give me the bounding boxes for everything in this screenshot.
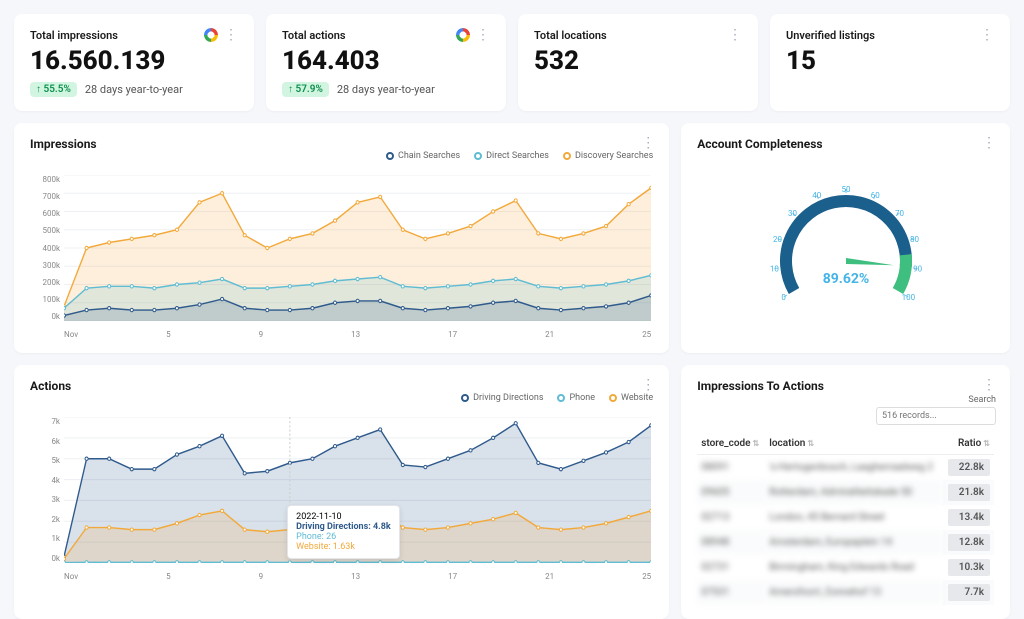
cell-store-code: 08948 xyxy=(697,530,765,555)
table-row[interactable]: 09605 Rotterdam, Admiraliteitskade 50 21… xyxy=(697,480,994,505)
table-row[interactable]: 08091 's-Hertogenbosch, Laaghemaalweg 2 … xyxy=(697,455,994,481)
google-icon xyxy=(204,28,218,42)
cell-location: Amsterdam, Europaplein 14 xyxy=(765,530,942,555)
search-label: Search xyxy=(968,395,996,405)
chart-legend: Driving DirectionsPhoneWebsite xyxy=(30,393,653,403)
x-axis: Nov5913172125 xyxy=(64,572,651,581)
panel-title: Account Completeness xyxy=(697,137,994,151)
svg-text:10: 10 xyxy=(770,265,779,274)
tooltip-date: 2022-11-10 xyxy=(296,512,391,522)
kpi-value: 16.560.139 xyxy=(30,46,238,76)
panel-title: Impressions xyxy=(30,137,653,151)
cell-store-code: 02713 xyxy=(697,505,765,530)
chart-legend: Chain SearchesDirect SearchesDiscovery S… xyxy=(30,151,653,161)
kpi-value: 532 xyxy=(534,46,742,76)
cell-location: 's-Hertogenbosch, Laaghemaalweg 2 xyxy=(765,455,942,481)
tooltip-line: Website: 1.63k xyxy=(296,542,391,552)
kpi-period: 28 days year-to-year xyxy=(85,83,183,96)
col-store-code[interactable]: store_code⇅ xyxy=(697,433,765,455)
tooltip-line: Driving Directions: 4.8k xyxy=(296,522,391,532)
ita-table: store_code⇅ location⇅ Ratio⇅ 08091 's-He… xyxy=(697,433,994,605)
more-icon[interactable]: ⋮ xyxy=(980,28,994,42)
svg-text:40: 40 xyxy=(812,191,821,200)
svg-text:80: 80 xyxy=(910,235,919,244)
search-input[interactable] xyxy=(876,407,996,425)
cell-location: London, 45 Bernard Street xyxy=(765,505,942,530)
svg-text:100: 100 xyxy=(901,293,915,302)
kpi-total-impressions: Total impressions ⋮ 16.560.139 ↑ 55.5% 2… xyxy=(14,14,254,111)
more-icon[interactable]: ⋮ xyxy=(982,377,996,393)
cell-location: Birmingham, King Edwards Road xyxy=(765,555,942,580)
cell-location: Rotterdam, Admiraliteitskade 50 xyxy=(765,480,942,505)
kpi-period: 28 days year-to-year xyxy=(337,83,435,96)
more-icon[interactable]: ⋮ xyxy=(982,135,996,151)
gauge-chart: 0 10 20 30 40 50 60 70 80 90 100 89.62% xyxy=(697,151,994,321)
svg-text:90: 90 xyxy=(913,265,922,274)
svg-text:30: 30 xyxy=(788,209,797,218)
table-row[interactable]: 02731 Birmingham, King Edwards Road 10.3… xyxy=(697,555,994,580)
table-row[interactable]: 02713 London, 45 Bernard Street 13.4k xyxy=(697,505,994,530)
kpi-unverified-listings: Unverified listings ⋮ 15 xyxy=(770,14,1010,111)
actions-panel: Actions ⋮ Driving DirectionsPhoneWebsite… xyxy=(14,365,669,619)
col-ratio[interactable]: Ratio⇅ xyxy=(942,433,994,455)
chart-plot[interactable]: 2022-11-10 Driving Directions: 4.8k Phon… xyxy=(64,417,651,563)
cell-location: Amersfoort, Zonnehof 13 xyxy=(765,580,942,605)
sort-icon: ⇅ xyxy=(753,439,760,448)
table-row[interactable]: 07531 Amersfoort, Zonnehof 13 7.7k xyxy=(697,580,994,605)
delta-badge: ↑ 55.5% xyxy=(30,82,77,97)
impressions-to-actions-panel: Impressions To Actions ⋮ Search store_co… xyxy=(681,365,1010,619)
svg-text:89.62%: 89.62% xyxy=(822,271,869,287)
kpi-title: Total impressions xyxy=(30,29,118,42)
y-axis: 800k700k600k500k400k300k200k100k0k xyxy=(30,175,60,321)
chart-plot[interactable] xyxy=(64,175,651,321)
tooltip-line: Phone: 26 xyxy=(296,532,391,542)
cell-ratio: 12.8k xyxy=(942,530,994,555)
sort-icon: ⇅ xyxy=(807,439,814,448)
svg-text:60: 60 xyxy=(870,191,879,200)
impressions-panel: Impressions ⋮ Chain SearchesDirect Searc… xyxy=(14,123,669,353)
panel-title: Actions xyxy=(30,379,653,393)
kpi-title: Total actions xyxy=(282,29,346,42)
more-icon[interactable]: ⋮ xyxy=(728,28,742,42)
more-icon[interactable]: ⋮ xyxy=(641,377,655,393)
svg-text:70: 70 xyxy=(895,209,904,218)
kpi-value: 164.403 xyxy=(282,46,490,76)
chart-tooltip: 2022-11-10 Driving Directions: 4.8k Phon… xyxy=(287,505,400,559)
cell-store-code: 08091 xyxy=(697,455,765,481)
svg-text:50: 50 xyxy=(841,185,850,194)
more-icon[interactable]: ⋮ xyxy=(476,28,490,42)
col-location[interactable]: location⇅ xyxy=(765,433,942,455)
kpi-value: 15 xyxy=(786,46,994,76)
sort-icon: ⇅ xyxy=(983,439,990,448)
cell-store-code: 07531 xyxy=(697,580,765,605)
x-axis: Nov5913172125 xyxy=(64,330,651,339)
kpi-total-actions: Total actions ⋮ 164.403 ↑ 57.9% 28 days … xyxy=(266,14,506,111)
svg-text:0: 0 xyxy=(781,293,786,302)
table-row[interactable]: 08948 Amsterdam, Europaplein 14 12.8k xyxy=(697,530,994,555)
cell-ratio: 7.7k xyxy=(942,580,994,605)
cell-ratio: 10.3k xyxy=(942,555,994,580)
kpi-title: Total locations xyxy=(534,29,607,42)
cell-store-code: 02731 xyxy=(697,555,765,580)
delta-badge: ↑ 57.9% xyxy=(282,82,329,97)
panel-title: Impressions To Actions xyxy=(697,379,994,393)
cell-ratio: 21.8k xyxy=(942,480,994,505)
cell-ratio: 13.4k xyxy=(942,505,994,530)
cell-store-code: 09605 xyxy=(697,480,765,505)
more-icon[interactable]: ⋮ xyxy=(224,28,238,42)
more-icon[interactable]: ⋮ xyxy=(641,135,655,151)
svg-text:20: 20 xyxy=(773,235,782,244)
kpi-title: Unverified listings xyxy=(786,29,875,42)
account-completeness-panel: Account Completeness ⋮ 0 10 20 30 40 50 60 70 80… xyxy=(681,123,1010,353)
y-axis: 7k6k5k4k3k2k1k0k xyxy=(30,417,60,563)
google-icon xyxy=(456,28,470,42)
kpi-total-locations: Total locations ⋮ 532 xyxy=(518,14,758,111)
cell-ratio: 22.8k xyxy=(942,455,994,481)
